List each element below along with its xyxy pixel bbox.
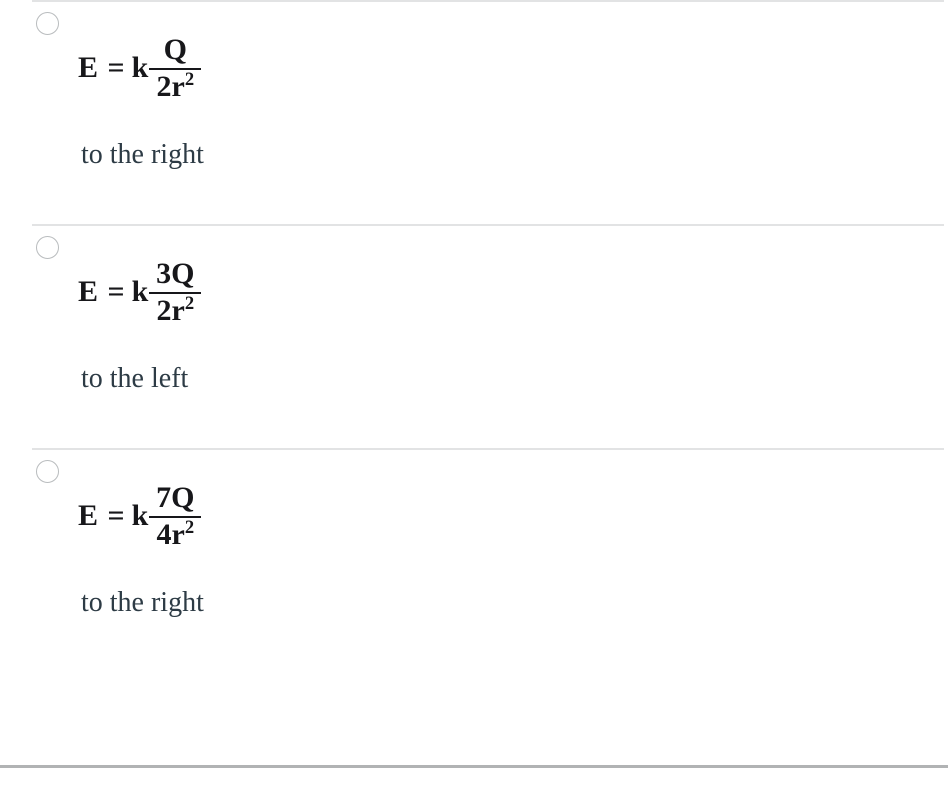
formula-a: E = k Q 2r2 [78, 20, 928, 116]
formula-b-coefficient: k [131, 275, 149, 308]
answer-body-c: E = k 7Q 4r2 to the right [78, 468, 948, 620]
direction-label-a: to the right [81, 139, 204, 170]
formula-b-denominator: 2r2 [151, 294, 201, 327]
formula-a-denominator-exponent: 2 [184, 69, 195, 91]
radio-button-b[interactable] [36, 236, 59, 259]
formula-c-equals: = [107, 499, 125, 532]
answer-body-b: E = k 3Q 2r2 to the left [78, 244, 948, 396]
formula-c-denominator-base: 4r [156, 518, 185, 552]
formula-b-equals: = [107, 275, 125, 308]
radio-button-c[interactable] [36, 460, 59, 483]
formula-b-fraction: 3Q 2r2 [149, 257, 202, 327]
radio-button-a[interactable] [36, 12, 59, 35]
formula-a-equals: = [107, 51, 125, 84]
answer-option-a[interactable]: E = k Q 2r2 to the right [0, 2, 948, 224]
formula-c-lhs: E [78, 499, 99, 532]
direction-label-c: to the right [81, 587, 204, 618]
formula-c-denominator-exponent: 2 [184, 517, 195, 539]
answer-choice-list: E = k Q 2r2 to the right E = k 3Q 2r2 to… [0, 0, 948, 672]
formula-a-denominator-base: 2r [156, 70, 185, 104]
formula-a-lhs: E [78, 51, 99, 84]
answer-option-b[interactable]: E = k 3Q 2r2 to the left [0, 226, 948, 448]
formula-a-denominator: 2r2 [151, 70, 201, 103]
answer-body-a: E = k Q 2r2 to the right [78, 20, 948, 172]
formula-a-fraction: Q 2r2 [149, 33, 202, 103]
formula-b-numerator: 3Q [156, 257, 195, 291]
direction-label-b: to the left [81, 363, 189, 394]
formula-b-denominator-exponent: 2 [184, 293, 195, 315]
formula-b: E = k 3Q 2r2 [78, 244, 928, 340]
answer-option-c[interactable]: E = k 7Q 4r2 to the right [0, 450, 948, 672]
formula-c-fraction: 7Q 4r2 [149, 481, 202, 551]
formula-c-numerator: 7Q [156, 481, 195, 515]
formula-c-coefficient: k [131, 499, 149, 532]
formula-a-numerator: Q [163, 33, 187, 67]
formula-c-denominator: 4r2 [151, 518, 201, 551]
formula-b-denominator-base: 2r [156, 294, 185, 328]
formula-a-coefficient: k [131, 51, 149, 84]
formula-c: E = k 7Q 4r2 [78, 468, 928, 564]
page-bottom-rule [0, 765, 948, 768]
formula-b-lhs: E [78, 275, 99, 308]
